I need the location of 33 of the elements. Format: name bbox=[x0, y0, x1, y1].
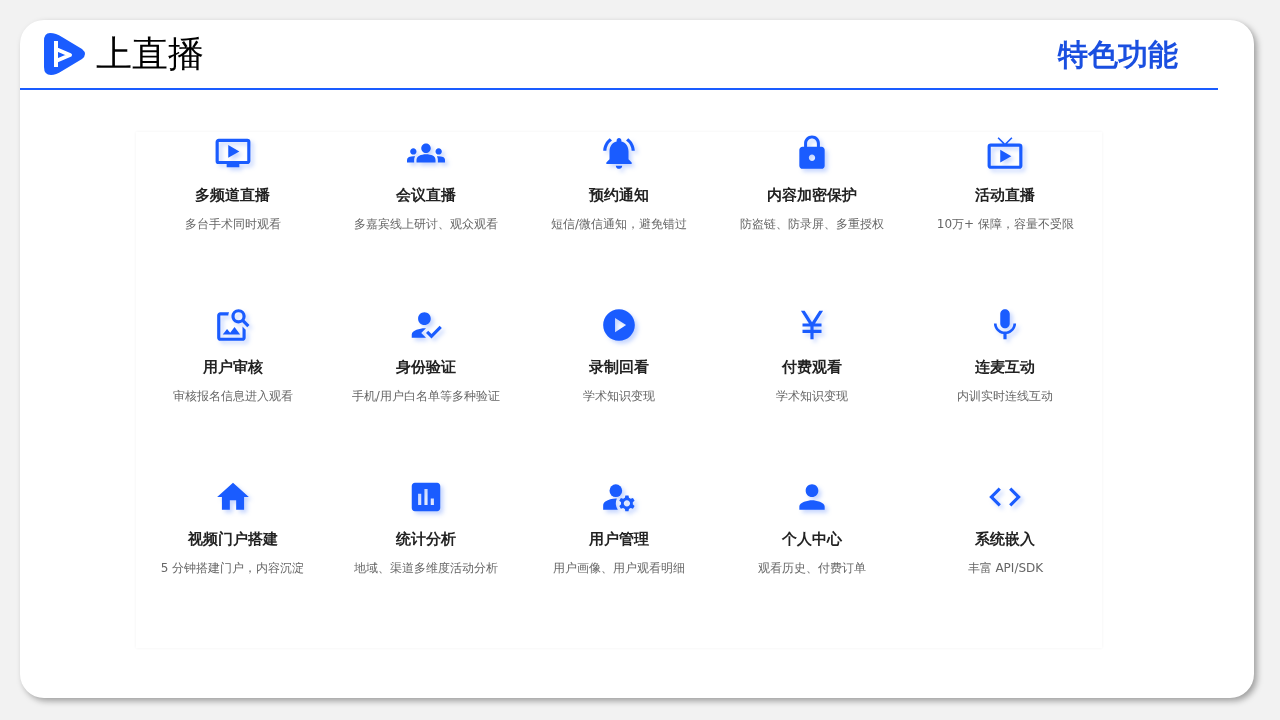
feature-title: 活动直播 bbox=[975, 185, 1036, 206]
feature-title: 身份验证 bbox=[395, 357, 456, 378]
feature-description: 手机/用户白名单等多种验证 bbox=[351, 387, 500, 405]
feature-title: 系统嵌入 bbox=[975, 529, 1036, 550]
feature-description: 地域、渠道多维度活动分析 bbox=[353, 559, 498, 577]
feature-title: 多频道直播 bbox=[195, 185, 271, 206]
feature-description: 内训实时连线互动 bbox=[957, 387, 1054, 405]
feature-title: 会议直播 bbox=[395, 185, 456, 206]
feature-description: 防盗链、防录屏、多重授权 bbox=[740, 215, 885, 233]
feature-title: 用户审核 bbox=[202, 357, 263, 378]
feature-title: 付费观看 bbox=[782, 357, 843, 378]
feature-title: 个人中心 bbox=[782, 529, 843, 550]
feature-description: 丰富 API/SDK bbox=[967, 559, 1044, 577]
feature-description: 10万+ 保障，容量不受限 bbox=[936, 215, 1074, 233]
feature-description: 审核报名信息进入观看 bbox=[172, 387, 293, 405]
feature-description: 用户画像、用户观看明细 bbox=[553, 559, 685, 577]
feature-title: 录制回看 bbox=[589, 357, 649, 378]
feature-description: 多嘉宾线上研讨、观众观看 bbox=[353, 215, 498, 233]
feature-title: 视频门户搭建 bbox=[187, 529, 278, 550]
feature-title: 内容加密保护 bbox=[767, 185, 858, 206]
feature-description: 短信/微信通知，避免错过 bbox=[550, 215, 687, 233]
feature-title: 连麦互动 bbox=[975, 357, 1036, 378]
slide-title: 特色功能 bbox=[1058, 35, 1178, 74]
feature-description: 多台手术同时观看 bbox=[184, 215, 281, 233]
feature-title: 用户管理 bbox=[589, 529, 649, 550]
feature-title: 统计分析 bbox=[395, 529, 456, 550]
feature-description: 学术知识变现 bbox=[583, 387, 655, 405]
brand-name: 上直播 bbox=[96, 32, 204, 76]
feature-description: 观看历史、付费订单 bbox=[758, 559, 867, 577]
feature-description: 5 分钟搭建门户，内容沉淀 bbox=[160, 559, 305, 577]
feature-title: 预约通知 bbox=[589, 185, 649, 206]
tv-play-icon bbox=[986, 134, 1025, 172]
feature-description: 学术知识变现 bbox=[776, 387, 849, 405]
